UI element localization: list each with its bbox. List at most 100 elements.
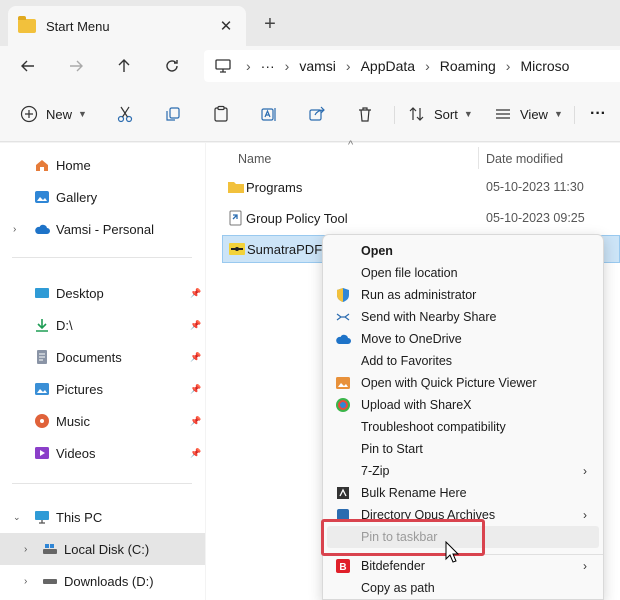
folder-icon bbox=[228, 182, 244, 193]
column-header-date[interactable]: Date modified bbox=[486, 147, 563, 171]
view-label: View bbox=[520, 106, 548, 122]
chevron-down-icon: ▼ bbox=[463, 109, 473, 119]
breadcrumb-microsoft[interactable]: Microso bbox=[520, 58, 569, 74]
sumatrapdf-icon bbox=[229, 243, 245, 255]
forward-arrow-icon bbox=[70, 60, 83, 72]
pin-icon[interactable]: 📌 bbox=[190, 384, 201, 395]
paste-button[interactable] bbox=[212, 100, 230, 128]
menu-item-bulk-rename[interactable]: Bulk Rename Here bbox=[327, 482, 599, 504]
menu-item-7zip[interactable]: 7-Zip › bbox=[327, 460, 599, 482]
menu-item-open-file-location[interactable]: Open file location bbox=[327, 262, 599, 284]
menu-item-run-as-admin[interactable]: Run as administrator bbox=[327, 284, 599, 306]
pin-icon[interactable]: 📌 bbox=[190, 416, 201, 427]
sort-ascending-icon: ^ bbox=[348, 139, 354, 151]
nav-item-local-disk-c[interactable]: › Local Disk (C:) bbox=[0, 533, 205, 565]
menu-item-label: Bitdefender bbox=[361, 559, 425, 573]
nav-item-label: Desktop bbox=[56, 285, 104, 301]
close-tab-button[interactable]: ✕ bbox=[216, 17, 236, 35]
scissors-icon bbox=[117, 106, 133, 123]
pin-icon[interactable]: 📌 bbox=[190, 320, 201, 331]
onedrive-cloud-icon bbox=[335, 331, 351, 347]
nav-item-label: Downloads (D:) bbox=[64, 573, 154, 589]
sort-label: Sort bbox=[434, 106, 458, 122]
menu-item-label: Open with Quick Picture Viewer bbox=[361, 376, 537, 390]
file-name: Programs bbox=[246, 179, 303, 195]
refresh-button[interactable] bbox=[160, 54, 184, 78]
rename-button[interactable] bbox=[260, 100, 278, 128]
nav-item-label: Home bbox=[56, 157, 91, 173]
view-lines-icon bbox=[496, 109, 510, 119]
chevron-right-icon: › bbox=[345, 58, 351, 74]
menu-item-add-to-favorites[interactable]: Add to Favorites bbox=[327, 350, 599, 372]
picture-viewer-icon bbox=[335, 375, 351, 391]
menu-item-nearby-share[interactable]: Send with Nearby Share bbox=[327, 306, 599, 328]
back-button[interactable] bbox=[16, 54, 40, 78]
pin-icon[interactable]: 📌 bbox=[190, 352, 201, 363]
new-button[interactable]: New ▼ bbox=[20, 100, 87, 128]
menu-item-label: Send with Nearby Share bbox=[361, 310, 497, 324]
breadcrumb-overflow[interactable]: ··· bbox=[261, 58, 275, 74]
file-name: Group Policy Tool bbox=[246, 210, 348, 226]
nav-item-desktop[interactable]: Desktop 📌 bbox=[0, 277, 205, 309]
menu-item-move-to-onedrive[interactable]: Move to OneDrive bbox=[327, 328, 599, 350]
address-bar[interactable]: › ··· › vamsi › AppData › Roaming › Micr… bbox=[204, 50, 620, 82]
nav-item-music[interactable]: Music 📌 bbox=[0, 405, 205, 437]
sort-button[interactable]: Sort ▼ bbox=[408, 100, 473, 128]
chevron-right-icon[interactable]: › bbox=[24, 544, 27, 555]
menu-item-label: Run as administrator bbox=[361, 288, 477, 302]
menu-item-pin-to-start[interactable]: Pin to Start bbox=[327, 438, 599, 460]
tab-start-menu[interactable]: Start Menu ✕ bbox=[8, 6, 246, 46]
command-bar: New ▼ Sort ▼ View ▼ ··· bbox=[0, 86, 620, 142]
pin-icon[interactable]: 📌 bbox=[190, 448, 201, 459]
more-options-button[interactable]: ··· bbox=[590, 100, 606, 128]
file-row-programs[interactable]: Programs 05-10-2023 11:30 bbox=[222, 173, 620, 201]
file-row-group-policy-tool[interactable]: Group Policy Tool 05-10-2023 09:25 bbox=[222, 204, 620, 232]
nav-item-documents[interactable]: Documents 📌 bbox=[0, 341, 205, 373]
breadcrumb-appdata[interactable]: AppData bbox=[361, 58, 415, 74]
trash-icon bbox=[359, 107, 371, 122]
view-button[interactable]: View ▼ bbox=[494, 100, 563, 128]
toolbar-divider bbox=[394, 106, 395, 124]
menu-item-troubleshoot[interactable]: Troubleshoot compatibility bbox=[327, 416, 599, 438]
chevron-right-icon[interactable]: › bbox=[13, 224, 16, 235]
nav-item-this-pc[interactable]: ⌄ This PC bbox=[0, 501, 205, 533]
menu-item-bitdefender[interactable]: B Bitdefender › bbox=[327, 555, 599, 577]
nav-item-videos[interactable]: Videos 📌 bbox=[0, 437, 205, 469]
menu-item-copy-as-path[interactable]: Copy as path bbox=[327, 577, 599, 599]
breadcrumb-vamsi[interactable]: vamsi bbox=[299, 58, 336, 74]
nav-item-pictures[interactable]: Pictures 📌 bbox=[0, 373, 205, 405]
drive-c-icon bbox=[43, 544, 57, 554]
forward-button[interactable] bbox=[64, 54, 88, 78]
copy-button[interactable] bbox=[164, 100, 182, 128]
share-button[interactable] bbox=[308, 100, 326, 128]
nav-item-gallery[interactable]: Gallery bbox=[0, 181, 205, 213]
column-header-name[interactable]: Name bbox=[238, 147, 271, 171]
new-tab-button[interactable]: + bbox=[258, 12, 282, 36]
refresh-icon bbox=[166, 60, 178, 72]
menu-item-quick-picture-viewer[interactable]: Open with Quick Picture Viewer bbox=[327, 372, 599, 394]
navigation-bar: › ··· › vamsi › AppData › Roaming › Micr… bbox=[0, 46, 620, 86]
nav-item-downloads-d[interactable]: › Downloads (D:) bbox=[0, 565, 205, 597]
documents-icon bbox=[37, 350, 47, 364]
chevron-right-icon[interactable]: › bbox=[24, 576, 27, 587]
nav-item-label: Videos bbox=[56, 445, 96, 461]
bulk-rename-icon bbox=[335, 485, 351, 501]
gallery-icon bbox=[35, 191, 49, 203]
navigation-pane: Home Gallery › Vamsi - Personal Desktop … bbox=[0, 143, 205, 600]
cut-button[interactable] bbox=[116, 100, 134, 128]
menu-item-label: Upload with ShareX bbox=[361, 398, 472, 412]
nav-item-d-drive[interactable]: D:\ 📌 bbox=[0, 309, 205, 341]
pin-icon[interactable]: 📌 bbox=[190, 288, 201, 299]
menu-item-open[interactable]: Open bbox=[327, 240, 599, 262]
delete-button[interactable] bbox=[356, 100, 374, 128]
chevron-down-icon[interactable]: ⌄ bbox=[13, 512, 21, 523]
nav-item-onedrive[interactable]: › Vamsi - Personal bbox=[0, 213, 205, 245]
menu-item-sharex[interactable]: Upload with ShareX bbox=[327, 394, 599, 416]
up-button[interactable] bbox=[112, 54, 136, 78]
breadcrumb-roaming[interactable]: Roaming bbox=[440, 58, 496, 74]
column-divider[interactable] bbox=[478, 147, 479, 169]
share-icon bbox=[309, 106, 325, 121]
nav-item-label: Music bbox=[56, 413, 90, 429]
mouse-cursor-icon bbox=[445, 541, 459, 563]
nav-item-home[interactable]: Home bbox=[0, 149, 205, 181]
